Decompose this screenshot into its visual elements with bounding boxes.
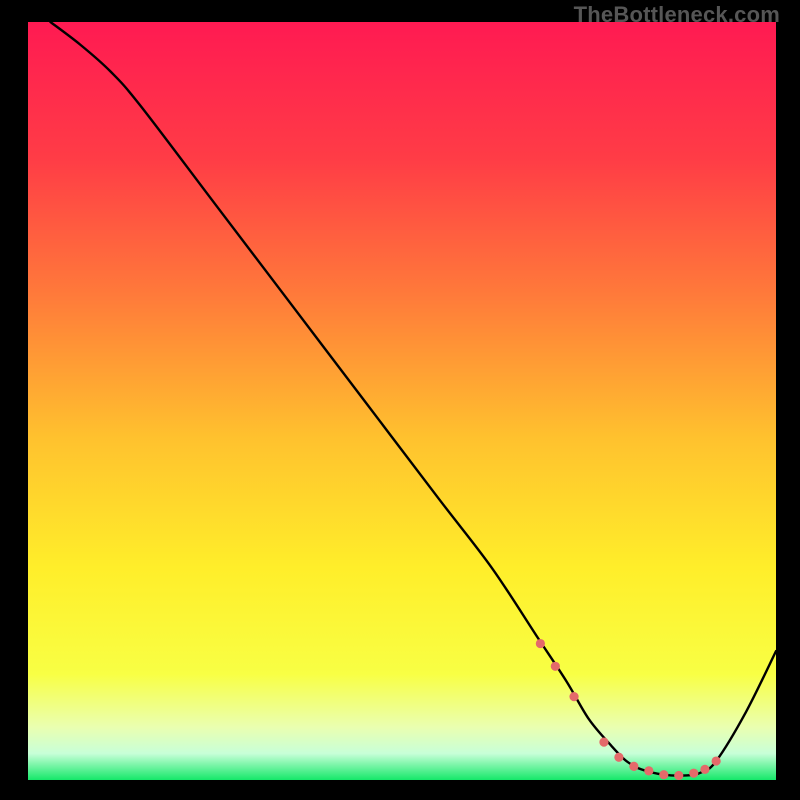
marker-dot (689, 769, 698, 778)
marker-dot (644, 766, 653, 775)
marker-dot (599, 738, 608, 747)
marker-dot (629, 762, 638, 771)
marker-dot (551, 662, 560, 671)
marker-dot (700, 765, 709, 774)
marker-dot (659, 770, 668, 779)
watermark-text: TheBottleneck.com (574, 2, 780, 28)
marker-dot (614, 753, 623, 762)
marker-dot (674, 771, 683, 780)
marker-dot (536, 639, 545, 648)
gradient-background (28, 22, 776, 780)
bottleneck-chart (28, 22, 776, 780)
marker-dot (712, 756, 721, 765)
marker-dot (569, 692, 578, 701)
